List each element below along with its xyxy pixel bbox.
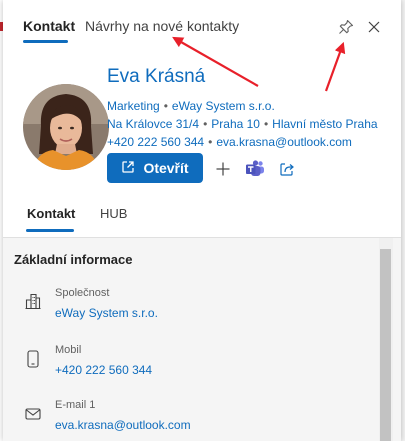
plus-icon[interactable] — [212, 158, 234, 180]
active-tab-indicator — [23, 40, 68, 43]
card-header: Kontakt Návrhy na nové kontakty — [3, 0, 401, 50]
mobile-field-label: Mobil — [55, 344, 82, 356]
contact-card-popup: Kontakt Návrhy na nové kontakty Eva Krás… — [3, 0, 401, 441]
contact-region[interactable]: Hlavní město Praha — [272, 117, 377, 131]
contact-street[interactable]: Na Královce 31/4 — [107, 117, 199, 131]
company-field-label: Společnost — [55, 287, 110, 299]
tab-hub[interactable]: HUB — [100, 206, 127, 221]
contact-email[interactable]: eva.krasna@outlook.com — [216, 135, 352, 149]
basic-info-section: Základní informace Společnost eWay Syste… — [3, 237, 401, 441]
share-icon[interactable] — [276, 158, 298, 180]
building-icon — [23, 290, 43, 312]
tab-navrhy-kontakty[interactable]: Návrhy na nové kontakty — [85, 18, 239, 34]
mobile-phone-icon — [23, 348, 43, 370]
open-button-label: Otevřít — [143, 160, 189, 176]
contact-org-line: Marketing • eWay System s.r.o. — [107, 99, 275, 113]
contact-department[interactable]: Marketing — [107, 99, 160, 113]
contact-phone-email-line: +420 222 560 344 • eva.krasna@outlook.com — [107, 135, 352, 149]
teams-icon[interactable] — [244, 158, 266, 180]
mobile-field-value[interactable]: +420 222 560 344 — [55, 363, 152, 377]
pin-icon[interactable] — [335, 16, 357, 38]
mail-icon — [23, 403, 43, 425]
tab-kontakt-content[interactable]: Kontakt — [27, 206, 75, 221]
scrollbar-thumb[interactable] — [380, 249, 391, 441]
contact-name[interactable]: Eva Krásná — [107, 66, 205, 88]
contact-company[interactable]: eWay System s.r.o. — [172, 99, 275, 113]
email-field-label: E-mail 1 — [55, 399, 96, 411]
contact-address-line: Na Královce 31/4 • Praha 10 • Hlavní město P… — [107, 117, 378, 131]
close-icon[interactable] — [363, 16, 385, 38]
company-field-value[interactable]: eWay System s.r.o. — [55, 306, 158, 320]
open-button[interactable]: Otevřít — [107, 153, 203, 183]
section-title: Základní informace — [14, 252, 133, 267]
tab-kontakt[interactable]: Kontakt — [23, 18, 75, 34]
active-content-tab-indicator — [26, 229, 74, 232]
contact-phone[interactable]: +420 222 560 344 — [107, 135, 204, 149]
avatar — [23, 84, 109, 170]
open-external-icon — [121, 160, 135, 177]
email-field-value[interactable]: eva.krasna@outlook.com — [55, 418, 191, 432]
contact-city[interactable]: Praha 10 — [211, 117, 260, 131]
